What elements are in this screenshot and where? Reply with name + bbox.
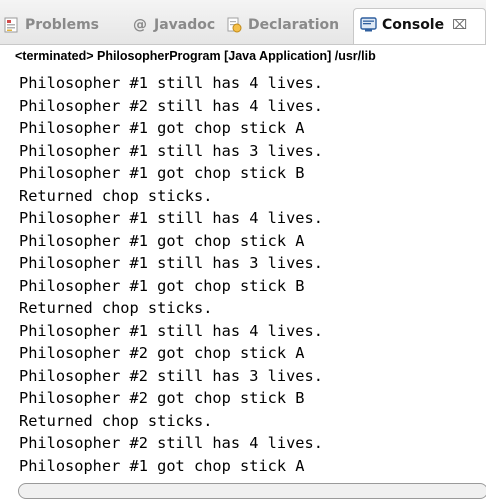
console-line: Philosopher #1 got chop stick A [19, 456, 305, 475]
console-status-line: <terminated> PhilosopherProgram [Java Ap… [0, 44, 486, 68]
tab-console[interactable]: Console ⌧ [359, 14, 467, 36]
horizontal-scrollbar[interactable] [18, 483, 486, 499]
tab-problems-label: Problems [25, 17, 100, 33]
console-line: Philosopher #1 still has 3 lives. [19, 254, 323, 272]
tab-javadoc-label: Javadoc [154, 17, 216, 33]
console-line: Philosopher #2 still has 3 lives. [19, 366, 323, 385]
console-output[interactable]: Philosopher #1 still has 4 lives. Philoso… [0, 68, 486, 480]
console-line: Philosopher #1 still has 3 lives. [19, 141, 323, 160]
console-line: Philosopher #2 still has 4 lives. [19, 434, 323, 452]
console-line: Philosopher #1 got chop stick A [19, 231, 305, 250]
console-line: Returned chop sticks. [19, 299, 213, 317]
console-line: Philosopher #1 got chop stick A [19, 119, 305, 137]
console-line: Returned chop sticks. [19, 411, 213, 430]
declaration-icon [225, 16, 243, 34]
console-line: Philosopher #1 got chop stick B [19, 164, 305, 182]
tab-console-label: Console [382, 17, 445, 33]
console-line: Philosopher #1 still has 4 lives. [19, 321, 323, 340]
tab-problems[interactable]: Problems [2, 14, 99, 36]
tab-declaration[interactable]: Declaration [225, 14, 339, 36]
close-icon[interactable]: ⌧ [452, 18, 467, 33]
problems-icon [2, 16, 20, 34]
console-line: Returned chop sticks. [19, 186, 213, 205]
console-line: Philosopher #1 still has 4 lives. [19, 209, 323, 227]
console-line: Philosopher #2 still has 4 lives. [19, 96, 323, 115]
console-icon [359, 16, 377, 34]
console-line: Philosopher #1 got chop stick B [19, 276, 305, 295]
view-tab-bar: Problems @ Javadoc Declaration Console ⌧ [0, 0, 486, 44]
javadoc-icon: @ [133, 17, 147, 33]
tab-declaration-label: Declaration [248, 17, 340, 33]
console-line: Philosopher #1 still has 4 lives. [19, 74, 323, 92]
console-line: Philosopher #2 got chop stick B [19, 389, 305, 407]
console-line: Philosopher #2 got chop stick A [19, 344, 305, 362]
tab-javadoc[interactable]: @ Javadoc [131, 14, 215, 36]
